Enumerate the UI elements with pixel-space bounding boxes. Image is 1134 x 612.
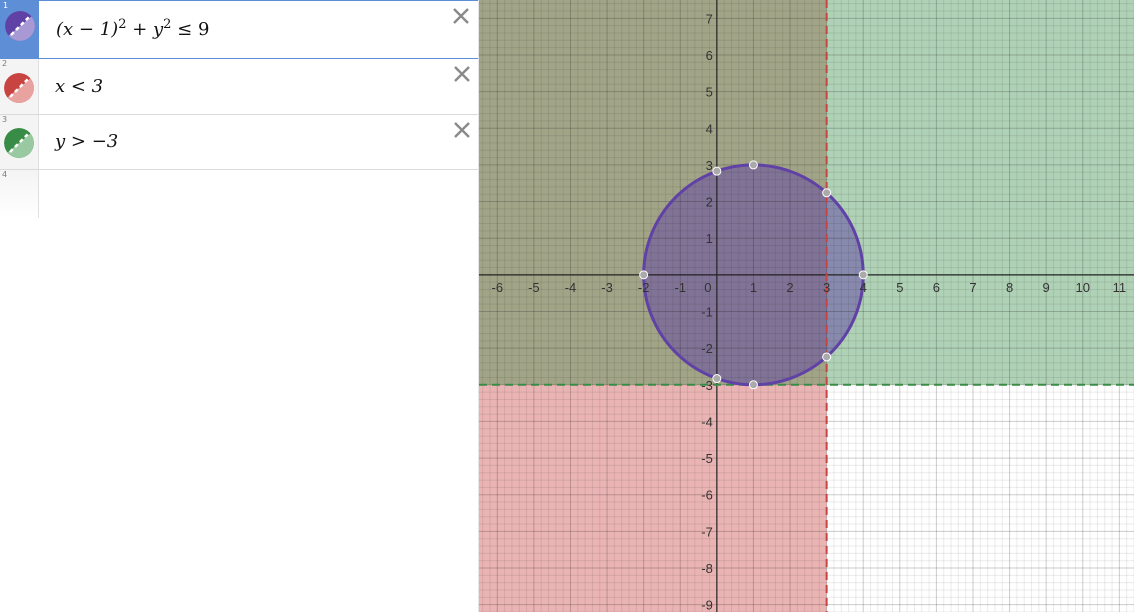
y-tick-label: -8 xyxy=(701,561,713,576)
expression-row-1[interactable]: 1 (x − 1)2 + y2 ≤ 9 xyxy=(0,0,478,59)
expression-index: 1 xyxy=(3,1,9,10)
x-tick-label: 1 xyxy=(750,280,757,295)
x-tick-label: 2 xyxy=(786,280,793,295)
point-of-interest xyxy=(822,352,832,362)
color-toggle-icon[interactable] xyxy=(5,11,35,41)
expression-math[interactable]: y > −3 xyxy=(55,131,118,152)
expression-row-3[interactable]: 3 y > −3 xyxy=(0,115,478,170)
expression-math[interactable]: x < 3 xyxy=(55,76,103,97)
x-tick-label: 3 xyxy=(823,280,830,295)
x-tick-label: 0 xyxy=(704,280,711,295)
y-tick-label: -2 xyxy=(701,341,713,356)
x-tick-label: 11 xyxy=(1113,280,1127,295)
y-tick-label: 7 xyxy=(706,11,713,26)
color-toggle-icon[interactable] xyxy=(4,73,34,103)
point-of-interest xyxy=(822,188,832,198)
y-tick-label: 5 xyxy=(706,85,713,100)
y-tick-label: -5 xyxy=(701,451,713,466)
expression-row-2[interactable]: 2 x < 3 xyxy=(0,59,478,115)
delete-expression-icon[interactable] xyxy=(453,65,471,83)
delete-expression-icon[interactable] xyxy=(452,7,470,25)
expression-row-4[interactable]: 4 xyxy=(0,170,478,218)
expression-part: (x − 1) xyxy=(56,19,119,40)
expression-index: 2 xyxy=(2,59,8,68)
delete-expression-icon[interactable] xyxy=(453,121,471,139)
expression-index: 3 xyxy=(2,115,8,124)
graph-canvas[interactable]: -6 -5 -4 -3 -2 -1 0 1 2 3 4 5 6 7 8 9 10 11 7 6 5 4 3 2 1 -1 -2 -3 -… xyxy=(479,0,1134,612)
x-tick-label: -3 xyxy=(601,280,613,295)
expression-list: 1 (x − 1)2 + y2 ≤ 9 2 x < 3 3 y > −3 4 xyxy=(0,0,479,612)
y-tick-label: -7 xyxy=(701,524,713,539)
x-tick-label: 4 xyxy=(860,280,867,295)
expression-part: ≤ 9 xyxy=(171,19,210,40)
x-tick-label: 10 xyxy=(1076,280,1090,295)
expression-math[interactable]: (x − 1)2 + y2 ≤ 9 xyxy=(56,17,209,40)
point-of-interest xyxy=(858,270,868,280)
x-tick-label: 8 xyxy=(1006,280,1013,295)
x-tick-label: 7 xyxy=(969,280,976,295)
y-tick-label: -3 xyxy=(701,378,713,393)
y-tick-label: -9 xyxy=(701,598,713,612)
point-of-interest xyxy=(748,160,758,170)
y-tick-label: 4 xyxy=(706,121,713,136)
x-tick-label: -5 xyxy=(528,280,540,295)
y-tick-label: 1 xyxy=(706,231,713,246)
y-tick-label: 6 xyxy=(706,48,713,63)
expression-part: + y xyxy=(126,19,164,40)
x-tick-label: -6 xyxy=(492,280,504,295)
y-tick-label: -4 xyxy=(701,414,713,429)
x-tick-label: 9 xyxy=(1043,280,1050,295)
x-tick-label: -4 xyxy=(565,280,577,295)
x-tick-label: 5 xyxy=(896,280,903,295)
expression-index: 4 xyxy=(2,170,8,179)
graph-paper[interactable]: -6 -5 -4 -3 -2 -1 0 1 2 3 4 5 6 7 8 9 10 11 7 6 5 4 3 2 1 -1 -2 -3 -… xyxy=(479,0,1134,612)
point-of-interest xyxy=(712,166,722,176)
y-tick-label: 3 xyxy=(706,158,713,173)
point-of-interest xyxy=(748,380,758,390)
y-tick-label: -6 xyxy=(701,488,713,503)
x-tick-label: -1 xyxy=(674,280,686,295)
color-toggle-icon[interactable] xyxy=(4,128,34,158)
point-of-interest xyxy=(639,270,649,280)
point-of-interest xyxy=(712,374,722,384)
x-tick-label: 6 xyxy=(933,280,940,295)
x-tick-label: -2 xyxy=(638,280,650,295)
expression-gutter: 4 xyxy=(0,170,39,218)
y-tick-label: -1 xyxy=(701,304,713,319)
y-tick-label: 2 xyxy=(706,195,713,210)
